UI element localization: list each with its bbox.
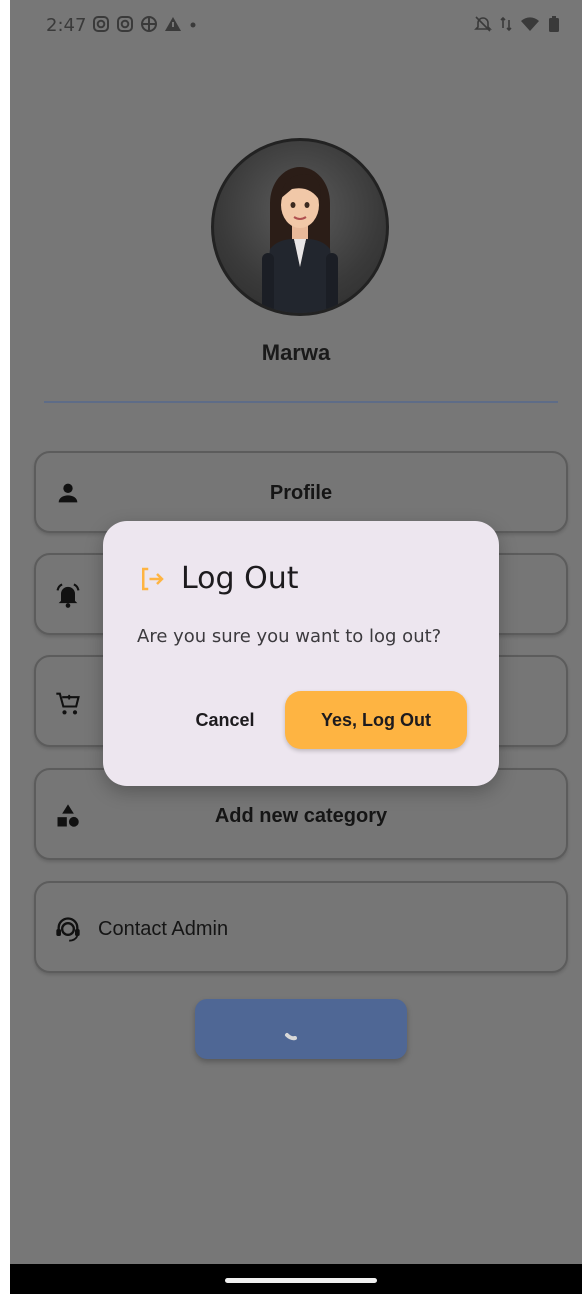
user-name: Marwa <box>261 340 331 365</box>
wifi-icon <box>521 17 539 31</box>
confirm-logout-button[interactable]: Yes, Log Out <box>285 691 467 749</box>
instagram-icon <box>117 16 133 32</box>
bell-icon <box>56 583 80 608</box>
dialog-header: Log Out <box>137 561 299 596</box>
dot-icon <box>190 22 196 28</box>
cart-icon <box>56 692 80 715</box>
profile-avatar[interactable] <box>211 138 389 316</box>
instagram-icon <box>93 16 109 32</box>
dialog-title: Log Out <box>181 561 299 596</box>
battery-icon <box>549 16 559 32</box>
data-icon <box>500 16 512 32</box>
dialog-message: Are you sure you want to log out? <box>137 626 442 647</box>
vpn-icon <box>141 16 157 32</box>
mute-icon <box>474 16 492 32</box>
status-time: 2:47 <box>46 15 87 36</box>
menu-item-label: Profile <box>269 482 333 504</box>
navigation-bar <box>10 1264 582 1294</box>
cancel-button[interactable]: Cancel <box>183 693 267 747</box>
logout-dialog: Log Out Are you sure you want to log out… <box>103 521 499 786</box>
logout-button-loading[interactable] <box>195 999 407 1059</box>
menu-item-contact-admin[interactable]: Contact Admin <box>34 881 568 973</box>
logout-icon <box>142 567 164 590</box>
alert-icon <box>165 17 181 31</box>
menu-item-label: Contact Admin <box>98 918 229 940</box>
home-indicator[interactable] <box>225 1278 377 1283</box>
avatar-illustration <box>262 167 338 313</box>
menu-item-label: Add new category <box>214 805 388 827</box>
status-left-icons <box>92 15 198 33</box>
support-agent-icon <box>56 917 80 942</box>
status-right-icons <box>474 15 560 33</box>
divider <box>44 401 558 403</box>
app-screen: 2:47 Marwa Profile Add new category Cont… <box>10 0 582 1294</box>
loading-spinner-icon <box>285 1033 297 1041</box>
status-bar: 2:47 <box>10 0 582 52</box>
